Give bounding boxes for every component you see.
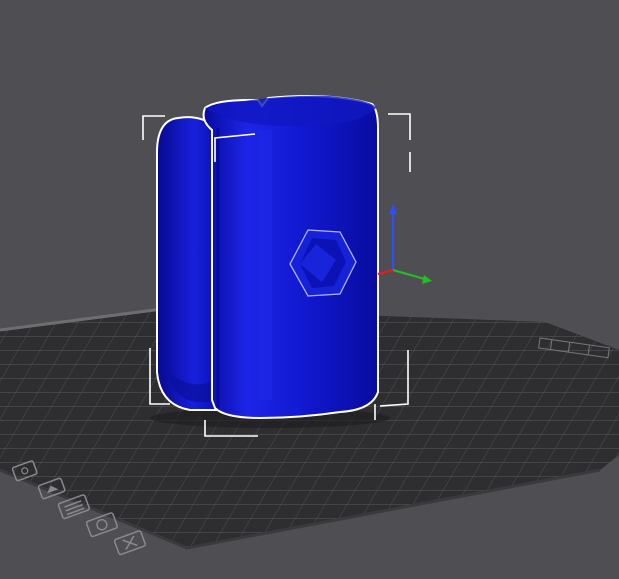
selected-model[interactable] — [156, 95, 379, 420]
3d-viewport[interactable] — [0, 0, 619, 579]
camera-icon — [85, 512, 118, 538]
close-x-icon — [113, 530, 146, 556]
axis-gizmo — [377, 204, 432, 284]
model-clip-tab — [156, 116, 219, 411]
